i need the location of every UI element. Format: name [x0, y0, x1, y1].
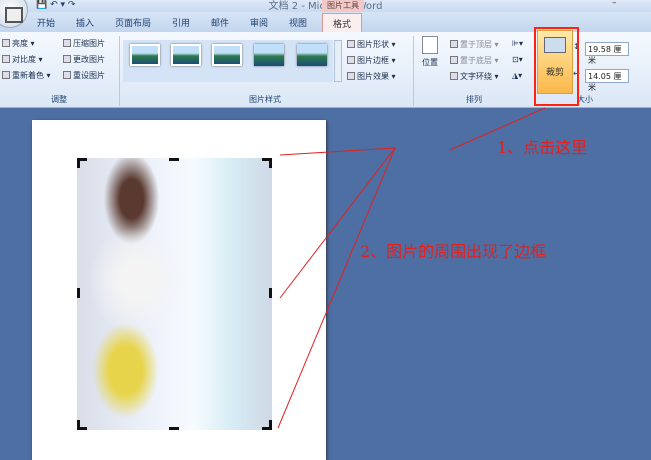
annotation-border-appears: 2、图片的周围出现了边框	[360, 242, 547, 261]
annotation-arrows	[277, 107, 546, 429]
annotation-click-here: 1、点击这里	[497, 138, 588, 157]
